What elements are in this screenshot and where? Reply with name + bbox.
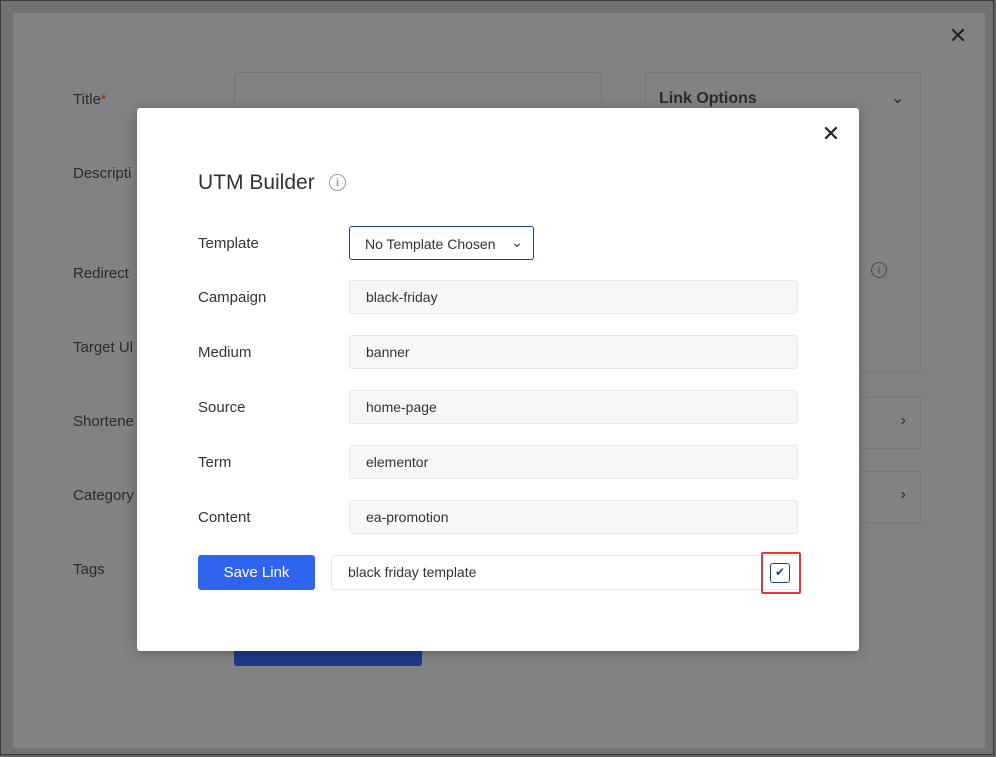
campaign-input[interactable]: black-friday: [349, 280, 798, 314]
background-close-icon[interactable]: ✕: [948, 25, 968, 47]
modal-title: UTM Builder: [198, 171, 315, 194]
campaign-label: Campaign: [198, 289, 267, 306]
term-label: Term: [198, 454, 232, 471]
medium-input[interactable]: banner: [349, 335, 798, 369]
background-label-tags: Tags: [73, 561, 105, 578]
info-icon[interactable]: i: [329, 174, 346, 191]
background-label-title-text: Title: [73, 91, 101, 108]
background-info-icon: i: [871, 262, 887, 278]
background-label-title: Title*: [73, 91, 107, 108]
medium-label: Medium: [198, 344, 252, 361]
link-options-chevron-down-icon[interactable]: ⌄: [891, 88, 904, 108]
template-select[interactable]: No Template Chosen ⌄: [349, 226, 534, 260]
save-link-button[interactable]: Save Link: [198, 555, 315, 590]
confirm-check-icon[interactable]: ✔: [770, 563, 790, 583]
content-input[interactable]: ea-promotion: [349, 500, 798, 534]
link-options-title: Link Options: [659, 90, 757, 107]
chevron-down-icon: ⌄: [511, 234, 523, 250]
template-label: Template: [198, 235, 259, 252]
template-name-input[interactable]: black friday template: [331, 555, 801, 590]
background-label-category: Category: [73, 487, 134, 504]
content-label: Content: [198, 509, 251, 526]
chevron-right-icon: ›: [900, 486, 906, 503]
background-label-description: Descripti: [73, 165, 132, 182]
source-label: Source: [198, 399, 246, 416]
term-input[interactable]: elementor: [349, 445, 798, 479]
modal-close-icon[interactable]: ✕: [821, 123, 841, 145]
background-label-shortened: Shortene: [73, 413, 134, 430]
chevron-right-icon: ›: [900, 412, 906, 429]
source-input[interactable]: home-page: [349, 390, 798, 424]
background-label-redirect: Redirect: [73, 265, 129, 282]
background-label-target-url: Target Ul: [73, 339, 134, 356]
utm-builder-modal: ✕ UTM Builder i Template No Template Cho…: [137, 108, 859, 651]
template-select-value: No Template Chosen: [365, 236, 496, 252]
required-marker: *: [100, 91, 107, 108]
